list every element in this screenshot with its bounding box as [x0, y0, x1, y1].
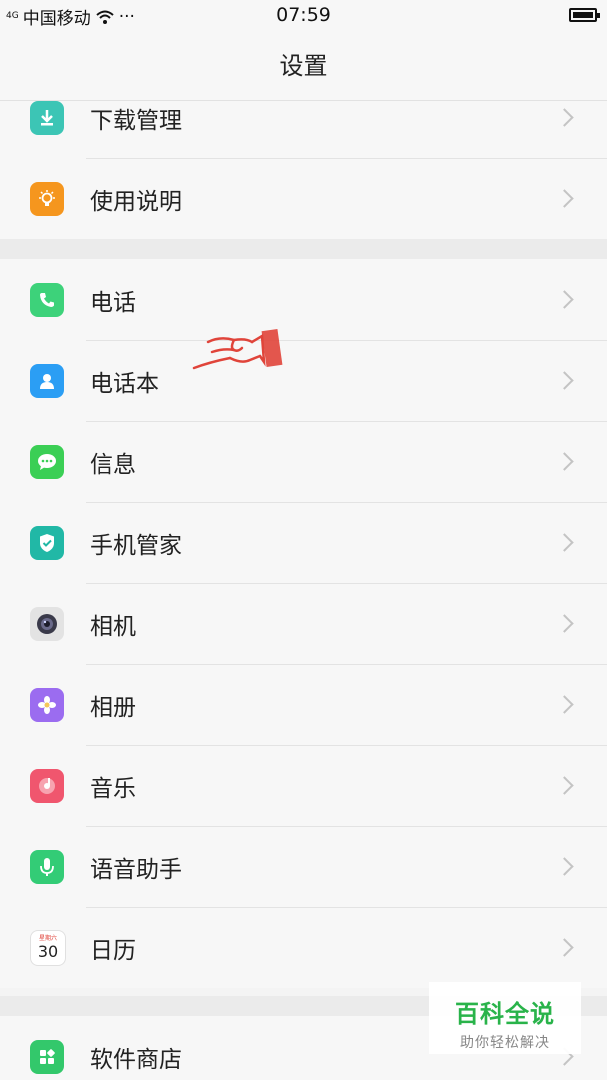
settings-item-label: 音乐 [90, 775, 136, 802]
chevron-right-icon [555, 189, 574, 208]
page-title: 设置 [0, 32, 607, 101]
pointing-hand-icon [190, 322, 290, 382]
camera-icon [30, 606, 64, 641]
settings-item-label: 手机管家 [90, 532, 182, 559]
settings-item-label: 使用说明 [90, 188, 182, 215]
chevron-right-icon [555, 371, 574, 390]
chevron-right-icon [555, 938, 574, 957]
settings-item-messages[interactable]: 信息 [0, 421, 607, 502]
settings-item-music[interactable]: 音乐 [0, 745, 607, 826]
watermark-title: 百科全说 [455, 1000, 555, 1028]
lightbulb-icon [30, 181, 64, 216]
chevron-right-icon [555, 695, 574, 714]
settings-item-voice-assistant[interactable]: 语音助手 [0, 826, 607, 907]
chevron-right-icon [555, 108, 574, 127]
chevron-right-icon [555, 290, 574, 309]
chevron-right-icon [555, 614, 574, 633]
settings-item-gallery[interactable]: 相册 [0, 664, 607, 745]
microphone-icon [30, 849, 64, 884]
store-icon [30, 1039, 64, 1074]
settings-item-calendar[interactable]: 星期六 30 日历 [0, 907, 607, 988]
settings-item-phone[interactable]: 电话 [0, 259, 607, 340]
settings-item-label: 信息 [90, 451, 136, 478]
calendar-icon: 星期六 30 [30, 929, 66, 966]
chevron-right-icon [555, 857, 574, 876]
calendar-day: 30 [37, 941, 59, 961]
settings-group-1: 下载管理 使用说明 [0, 101, 607, 239]
music-icon [30, 768, 64, 803]
chevron-right-icon [555, 452, 574, 471]
chevron-right-icon [555, 776, 574, 795]
section-divider [0, 239, 607, 259]
settings-item-label: 电话本 [90, 370, 159, 397]
settings-item-camera[interactable]: 相机 [0, 583, 607, 664]
settings-item-contacts[interactable]: 电话本 [0, 340, 607, 421]
shield-icon [30, 525, 64, 560]
battery-icon [569, 8, 600, 22]
chevron-right-icon [555, 533, 574, 552]
settings-item-label: 电话 [90, 289, 136, 316]
settings-item-label: 软件商店 [90, 1046, 182, 1073]
status-bar: 4G 中国移动 ··· 07:59 [0, 0, 607, 32]
settings-item-label: 日历 [90, 937, 136, 964]
settings-item-label: 语音助手 [90, 856, 182, 883]
watermark-subtitle: 助你轻松解决 [460, 1035, 550, 1051]
settings-item-download[interactable]: 下载管理 [0, 101, 607, 158]
settings-group-2: 电话 电话本 信息 手机管家 相机 相册 音乐 语音助手 星期六 30 日历 [0, 259, 607, 988]
settings-item-label: 相机 [90, 613, 136, 640]
message-icon [30, 444, 64, 479]
watermark: 百科全说 助你轻松解决 [429, 982, 581, 1054]
contacts-icon [30, 363, 64, 398]
settings-item-label: 下载管理 [90, 107, 182, 134]
flower-icon [30, 687, 64, 722]
settings-item-manual[interactable]: 使用说明 [0, 158, 607, 239]
clock: 07:59 [276, 4, 331, 26]
download-icon [30, 101, 64, 135]
settings-item-label: 相册 [90, 694, 136, 721]
settings-item-phone-manager[interactable]: 手机管家 [0, 502, 607, 583]
phone-icon [30, 282, 64, 317]
settings-list[interactable]: 下载管理 使用说明 电话 电话本 信息 手机管家 相机 相册 音乐 语音助手 星… [0, 101, 607, 1080]
